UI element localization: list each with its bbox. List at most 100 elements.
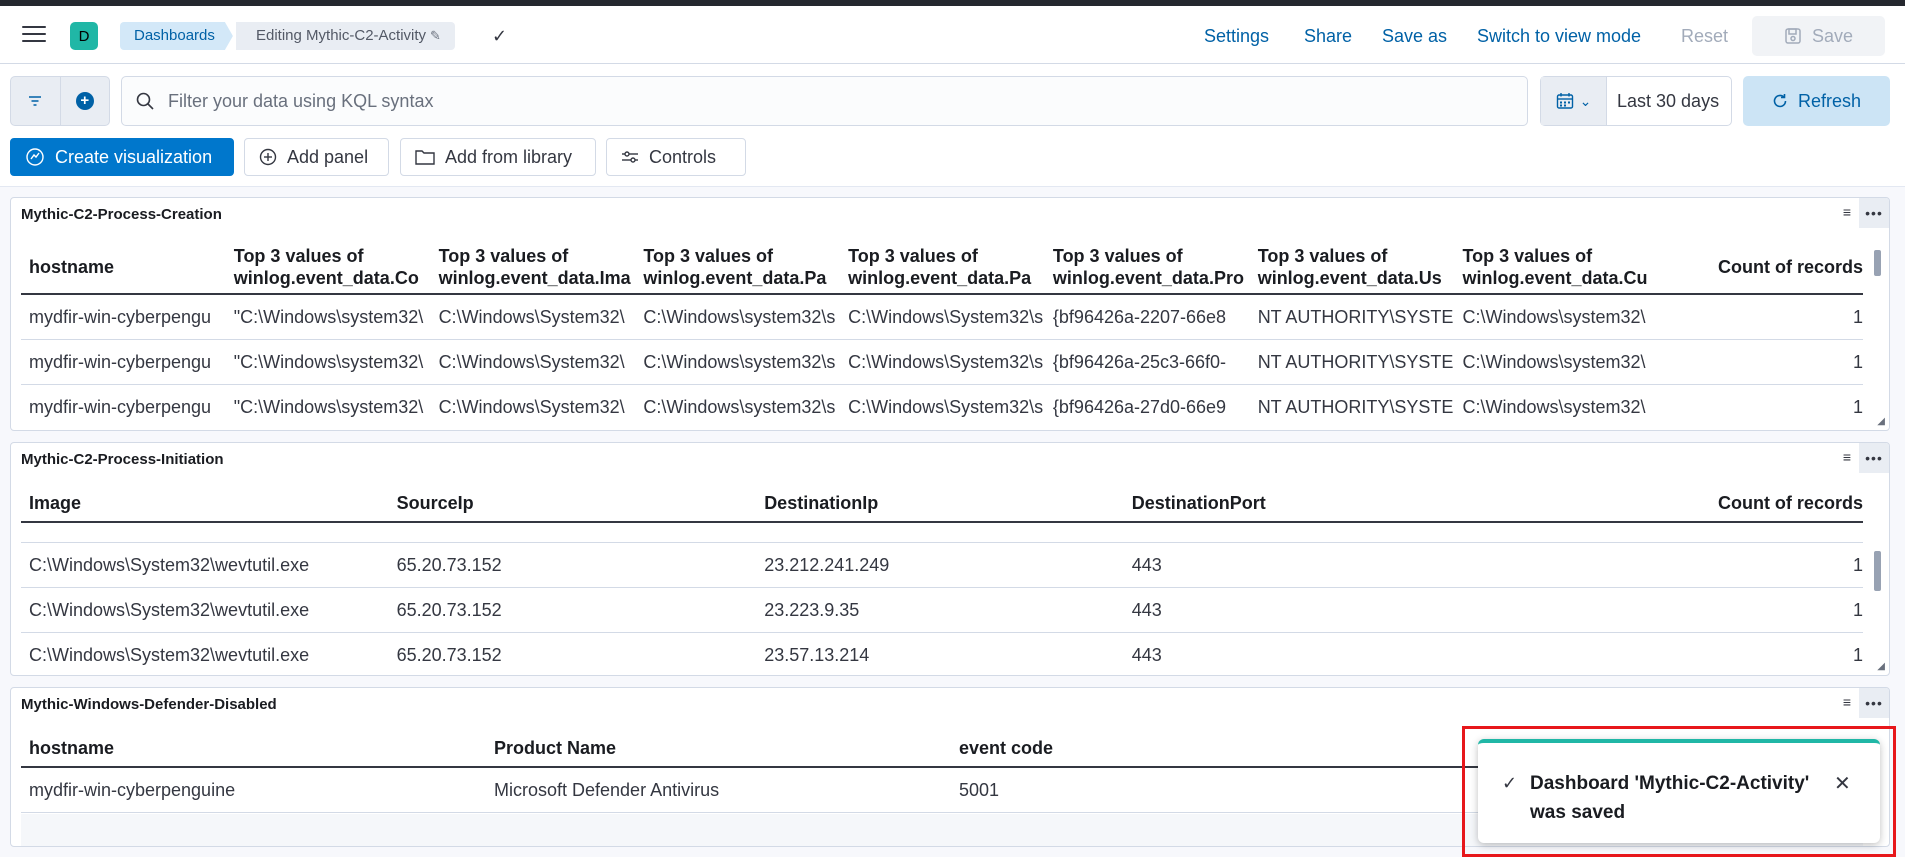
table-cell[interactable]: 443: [1124, 600, 1492, 621]
column-header[interactable]: event code: [951, 737, 1416, 759]
close-icon[interactable]: ✕: [1834, 771, 1851, 796]
table-cell[interactable]: C:\Windows\system32\: [1454, 397, 1659, 418]
column-header[interactable]: Top 3 values of winlog.event_data.Co: [226, 245, 431, 289]
table-cell[interactable]: C:\Windows\system32\: [1454, 307, 1659, 328]
table-cell[interactable]: 443: [1124, 555, 1492, 576]
column-header[interactable]: Top 3 values of winlog.event_data.Ima: [431, 245, 636, 289]
table-cell[interactable]: 23.223.9.35: [756, 600, 1124, 621]
date-quick-menu[interactable]: ⌄: [1541, 77, 1607, 125]
space-avatar[interactable]: D: [70, 22, 98, 50]
table-cell[interactable]: C:\Windows\System32\wevtutil.exe: [21, 600, 389, 621]
table-cell[interactable]: mydfir-win-cyberpenguine: [21, 780, 486, 801]
table-cell[interactable]: 1: [1491, 600, 1863, 621]
breadcrumb-dashboards[interactable]: Dashboards: [120, 22, 233, 50]
filter-icon[interactable]: ≡: [1843, 204, 1851, 220]
table-cell[interactable]: "C:\Windows\system32\: [226, 352, 431, 373]
filter-icon[interactable]: ≡: [1843, 449, 1851, 465]
table-cell[interactable]: Microsoft Defender Antivirus: [486, 780, 951, 801]
resize-handle-icon[interactable]: ◢: [1877, 661, 1885, 672]
switch-view-mode-link[interactable]: Switch to view mode: [1477, 26, 1641, 47]
table-cell[interactable]: "C:\Windows\system32\: [226, 397, 431, 418]
column-header[interactable]: Top 3 values of winlog.event_data.Pa: [840, 245, 1045, 289]
check-icon: ✓: [1502, 773, 1518, 793]
table-cell[interactable]: 65.20.73.152: [389, 645, 757, 666]
column-header[interactable]: Top 3 values of winlog.event_data.Pa: [635, 245, 840, 289]
scrollbar[interactable]: [1871, 242, 1883, 428]
column-header[interactable]: SourceIp: [389, 492, 757, 514]
table-cell[interactable]: {bf96426a-25c3-66f0-: [1045, 352, 1250, 373]
column-header[interactable]: hostname: [21, 737, 486, 759]
add-panel-button[interactable]: Add panel: [244, 138, 389, 176]
search-input[interactable]: [168, 90, 1468, 112]
column-header[interactable]: Top 3 values of winlog.event_data.Cu: [1454, 245, 1659, 289]
table-cell[interactable]: 443: [1124, 645, 1492, 666]
panel-options-icon[interactable]: •••: [1859, 443, 1889, 473]
table-cell[interactable]: 1: [1659, 307, 1863, 328]
settings-link[interactable]: Settings: [1204, 26, 1269, 47]
time-range-label[interactable]: Last 30 days: [1617, 91, 1719, 112]
scrollbar[interactable]: [1871, 485, 1883, 673]
table-cell[interactable]: C:\Windows\System32\wevtutil.exe: [21, 555, 389, 576]
menu-icon[interactable]: [22, 26, 46, 44]
table-cell[interactable]: {bf96426a-2207-66e8: [1045, 307, 1250, 328]
table-cell[interactable]: mydfir-win-cyberpengu: [21, 307, 226, 328]
table-cell[interactable]: C:\Windows\System32\s: [840, 307, 1045, 328]
table-cell[interactable]: "C:\Windows\system32\: [226, 307, 431, 328]
table-cell[interactable]: C:\Windows\System32\s: [840, 352, 1045, 373]
column-header[interactable]: Top 3 values of winlog.event_data.Us: [1250, 245, 1455, 289]
table-cell[interactable]: 1: [1659, 352, 1863, 373]
column-header[interactable]: Count of records: [1491, 492, 1863, 514]
table-cell[interactable]: mydfir-win-cyberpengu: [21, 397, 226, 418]
table-cell[interactable]: C:\Windows\System32\s: [840, 397, 1045, 418]
check-icon[interactable]: ✓: [492, 26, 507, 47]
filter-icon[interactable]: ≡: [1843, 694, 1851, 710]
column-header[interactable]: Count of records: [1659, 256, 1863, 278]
column-header[interactable]: hostname: [21, 256, 226, 278]
column-header[interactable]: Image: [21, 492, 389, 514]
column-header[interactable]: Top 3 values of winlog.event_data.Pro: [1045, 245, 1250, 289]
table-cell[interactable]: 5001: [951, 780, 1416, 801]
panel-options-icon[interactable]: •••: [1859, 688, 1889, 718]
table-cell[interactable]: 65.20.73.152: [389, 600, 757, 621]
table-cell[interactable]: C:\Windows\System32\: [431, 397, 636, 418]
controls-label: Controls: [649, 146, 717, 167]
table-cell[interactable]: NT AUTHORITY\SYSTEM: [1250, 307, 1455, 328]
table-cell[interactable]: 65.20.73.152: [389, 555, 757, 576]
pencil-icon[interactable]: ✎: [430, 28, 441, 43]
panel-process-initiation: Mythic-C2-Process-Initiation ≡ ••• Image…: [10, 442, 1890, 676]
table-cell[interactable]: 1: [1491, 555, 1863, 576]
share-link[interactable]: Share: [1304, 26, 1352, 47]
create-visualization-button[interactable]: Create visualization: [10, 138, 234, 176]
add-from-library-button[interactable]: Add from library: [400, 138, 596, 176]
controls-button[interactable]: Controls: [606, 138, 746, 176]
table-cell[interactable]: 23.212.241.249: [756, 555, 1124, 576]
table-cell[interactable]: C:\Windows\System32\: [431, 352, 636, 373]
panel-process-creation: Mythic-C2-Process-Creation ≡ ••• hostnam…: [10, 197, 1890, 431]
filter-icon[interactable]: [11, 77, 61, 125]
column-header[interactable]: DestinationPort: [1124, 492, 1492, 514]
table-cell[interactable]: C:\Windows\System32\wevtutil.exe: [21, 645, 389, 666]
refresh-button[interactable]: Refresh: [1743, 76, 1890, 126]
table-cell[interactable]: C:\Windows\system32\: [1454, 352, 1659, 373]
column-header[interactable]: DestinationIp: [756, 492, 1124, 514]
table-cell[interactable]: 1: [1659, 397, 1863, 418]
table-cell[interactable]: 23.57.13.214: [756, 645, 1124, 666]
reset-link[interactable]: Reset: [1681, 26, 1728, 47]
table-row: C:\Windows\System32\wevtutil.exe 65.20.7…: [21, 588, 1863, 633]
table-cell[interactable]: mydfir-win-cyberpengu: [21, 352, 226, 373]
table-cell[interactable]: C:\Windows\system32\s: [635, 352, 840, 373]
table-cell[interactable]: C:\Windows\system32\s: [635, 397, 840, 418]
table-cell[interactable]: NT AUTHORITY\SYSTEM: [1250, 397, 1455, 418]
table-cell[interactable]: C:\Windows\System32\: [431, 307, 636, 328]
panel-options-icon[interactable]: •••: [1859, 198, 1889, 228]
save-button[interactable]: Save: [1752, 16, 1885, 56]
save-as-link[interactable]: Save as: [1382, 26, 1447, 47]
table-cell[interactable]: C:\Windows\system32\s: [635, 307, 840, 328]
add-filter-button[interactable]: +: [61, 77, 110, 125]
plus-in-circle-icon: [259, 148, 277, 166]
table-cell[interactable]: NT AUTHORITY\SYSTEM: [1250, 352, 1455, 373]
table-cell[interactable]: {bf96426a-27d0-66e9: [1045, 397, 1250, 418]
column-header[interactable]: Product Name: [486, 737, 951, 759]
resize-handle-icon[interactable]: ◢: [1877, 416, 1885, 427]
table-cell[interactable]: 1: [1491, 645, 1863, 666]
